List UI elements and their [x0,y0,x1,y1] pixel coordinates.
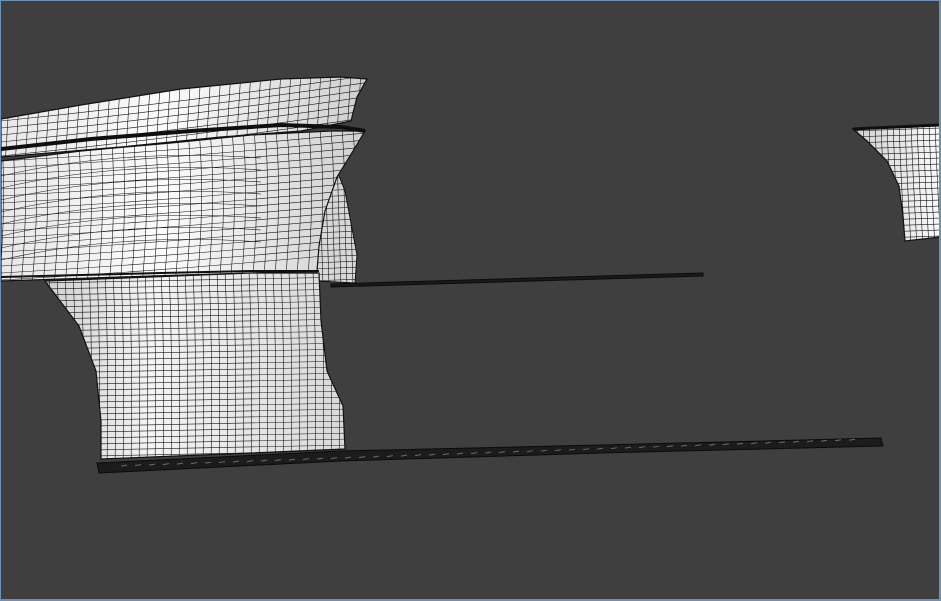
thin-strip-upper[interactable] [330,272,704,288]
large-hull-fragment[interactable] [1,71,371,469]
right-partial-fragment[interactable] [849,123,940,246]
wireframe-scene[interactable] [1,1,940,600]
3d-viewport[interactable] [0,0,941,601]
